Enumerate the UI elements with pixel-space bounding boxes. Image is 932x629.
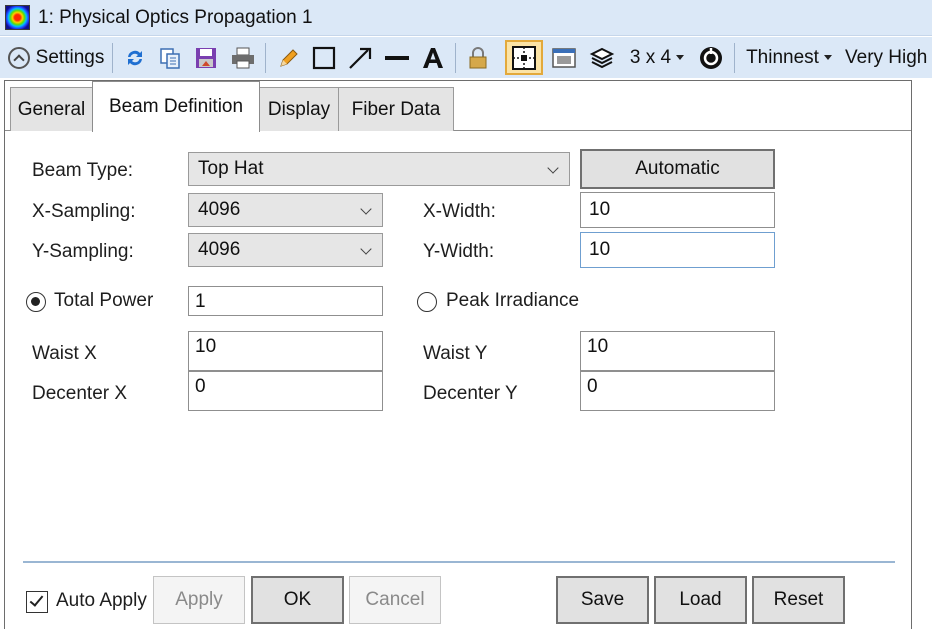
- lock-icon[interactable]: [463, 37, 493, 78]
- decenter-x-input[interactable]: 0: [188, 371, 383, 411]
- peak-irradiance-radio[interactable]: [417, 292, 437, 312]
- line-icon[interactable]: [381, 37, 413, 78]
- tab-fiber-data[interactable]: Fiber Data: [338, 87, 454, 131]
- window-icon[interactable]: [548, 37, 580, 78]
- total-power-label[interactable]: Total Power: [54, 290, 153, 312]
- x-sampling-label: X-Sampling:: [32, 201, 136, 222]
- x-sampling-select[interactable]: 4096: [188, 193, 383, 227]
- load-button[interactable]: Load: [654, 576, 747, 624]
- line-thickness-dropdown[interactable]: Thinnest: [743, 37, 835, 78]
- y-width-label: Y-Width:: [423, 241, 495, 262]
- toolbar: Settings 3 x 4 Thinnest Very High: [0, 37, 932, 78]
- target-icon[interactable]: [696, 37, 726, 78]
- beam-type-label: Beam Type:: [32, 160, 134, 181]
- beam-definition-content: Beam Type: Top Hat Automatic X-Sampling:…: [5, 132, 911, 629]
- beam-type-value: Top Hat: [198, 158, 264, 179]
- automatic-button[interactable]: Automatic: [580, 149, 775, 189]
- chevron-up-icon: [7, 46, 30, 69]
- settings-button[interactable]: Settings: [6, 37, 106, 78]
- app-icon: [5, 5, 30, 30]
- caret-down-icon: [823, 55, 832, 60]
- y-sampling-select[interactable]: 4096: [188, 233, 383, 267]
- cancel-button[interactable]: Cancel: [349, 576, 441, 624]
- y-sampling-label: Y-Sampling:: [32, 241, 134, 262]
- copy-icon[interactable]: [155, 37, 185, 78]
- x-width-input[interactable]: 10: [580, 192, 775, 228]
- total-power-input[interactable]: 1: [188, 286, 383, 316]
- save-icon[interactable]: [191, 37, 221, 78]
- window-title: 1: Physical Optics Propagation 1: [38, 7, 313, 28]
- peak-irradiance-label[interactable]: Peak Irradiance: [446, 290, 579, 312]
- checkmark-icon: [29, 592, 44, 607]
- tab-beam-definition[interactable]: Beam Definition: [92, 81, 260, 132]
- save-button[interactable]: Save: [556, 576, 649, 624]
- refresh-icon[interactable]: [120, 37, 150, 78]
- quality-label: Very High: [845, 46, 928, 68]
- tab-display[interactable]: Display: [259, 87, 339, 131]
- settings-label: Settings: [35, 46, 105, 68]
- print-icon[interactable]: [227, 37, 259, 78]
- x-sampling-value: 4096: [198, 199, 241, 220]
- layout-dropdown[interactable]: 3 x 4: [626, 37, 688, 78]
- beam-type-select[interactable]: Top Hat: [188, 152, 570, 186]
- auto-apply-label[interactable]: Auto Apply: [56, 590, 147, 612]
- decenter-y-label: Decenter Y: [423, 383, 518, 404]
- tab-strip: General Beam Definition Display Fiber Da…: [5, 81, 911, 132]
- waist-y-label: Waist Y: [423, 343, 488, 364]
- y-width-input[interactable]: 10: [580, 232, 775, 268]
- footer-divider: [23, 561, 895, 563]
- waist-y-input[interactable]: 10: [580, 331, 775, 371]
- arrow-icon[interactable]: [345, 37, 375, 78]
- total-power-radio[interactable]: [26, 292, 46, 312]
- chevron-down-icon: [360, 203, 372, 215]
- x-width-label: X-Width:: [423, 201, 496, 222]
- caret-down-icon: [676, 55, 685, 60]
- apply-button[interactable]: Apply: [153, 576, 245, 624]
- decenter-x-label: Decenter X: [32, 383, 128, 404]
- reset-button[interactable]: Reset: [752, 576, 845, 624]
- settings-panel: General Beam Definition Display Fiber Da…: [4, 80, 912, 629]
- waist-x-label: Waist X: [32, 343, 97, 364]
- pencil-icon[interactable]: [273, 37, 303, 78]
- chevron-down-icon: [360, 243, 372, 255]
- grid-icon[interactable]: [505, 40, 543, 75]
- waist-x-input[interactable]: 10: [188, 331, 383, 371]
- tab-general[interactable]: General: [10, 87, 93, 131]
- title-bar: 1: Physical Optics Propagation 1: [0, 0, 932, 36]
- auto-apply-checkbox[interactable]: [26, 591, 48, 613]
- decenter-y-input[interactable]: 0: [580, 371, 775, 411]
- line-thickness-label: Thinnest: [746, 46, 819, 68]
- quality-dropdown[interactable]: Very High: [845, 37, 932, 78]
- layout-label: 3 x 4: [629, 46, 672, 68]
- y-sampling-value: 4096: [198, 239, 241, 260]
- rectangle-icon[interactable]: [309, 37, 339, 78]
- text-icon[interactable]: [418, 37, 448, 78]
- ok-button[interactable]: OK: [251, 576, 344, 624]
- chevron-down-icon: [547, 162, 559, 174]
- layers-icon[interactable]: [586, 37, 618, 78]
